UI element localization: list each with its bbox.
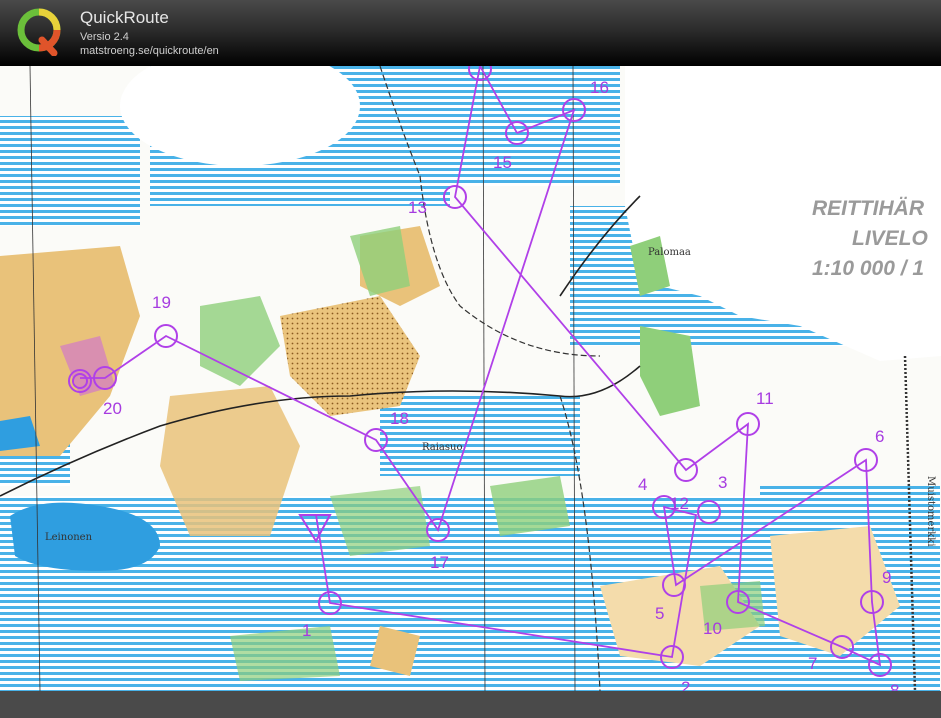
quickroute-logo-icon — [17, 8, 61, 56]
control-label-20: 20 — [103, 399, 122, 418]
lakes — [0, 416, 160, 571]
place-name: Leinonen — [45, 532, 93, 543]
map-title-line-2: LIVELO — [852, 227, 928, 250]
control-label-5: 5 — [655, 604, 664, 623]
place-name: Palomaa — [648, 247, 691, 258]
map-canvas[interactable]: REITTIHÄR LIVELO 1:10 000 / 1 Palomaa Ra… — [0, 66, 941, 691]
control-label-16: 16 — [590, 78, 609, 97]
control-label-1: 1 — [302, 621, 311, 640]
map-title-line-3: 1:10 000 / 1 — [812, 257, 924, 280]
control-label-2: 2 — [681, 678, 690, 691]
control-label-12: 12 — [670, 494, 689, 513]
app-url[interactable]: matstroeng.se/quickroute/en — [80, 45, 219, 57]
control-label-8: 8 — [890, 681, 899, 691]
control-label-13: 13 — [408, 198, 427, 217]
control-label-11: 11 — [756, 389, 774, 408]
bottom-bar — [0, 691, 941, 718]
control-label-15: 15 — [493, 153, 512, 172]
control-label-9: 9 — [882, 568, 891, 587]
title-bar: QuickRoute Versio 2.4 matstroeng.se/quic… — [0, 0, 941, 66]
app-title: QuickRoute — [80, 8, 169, 27]
app-version: Versio 2.4 — [80, 31, 129, 43]
control-label-3: 3 — [718, 473, 727, 492]
place-name: Muistomerkki — [925, 476, 936, 547]
control-label-18: 18 — [390, 409, 409, 428]
control-label-10: 10 — [703, 619, 722, 638]
control-label-4: 4 — [638, 475, 647, 494]
control-label-6: 6 — [875, 427, 884, 446]
control-label-19: 19 — [152, 293, 171, 312]
control-label-7: 7 — [808, 654, 817, 673]
control-label-17: 17 — [430, 553, 449, 572]
orienteering-map[interactable]: REITTIHÄR LIVELO 1:10 000 / 1 Palomaa Ra… — [0, 66, 941, 691]
place-name: Raiasuo — [422, 442, 462, 453]
map-title-line-1: REITTIHÄR — [812, 197, 925, 220]
